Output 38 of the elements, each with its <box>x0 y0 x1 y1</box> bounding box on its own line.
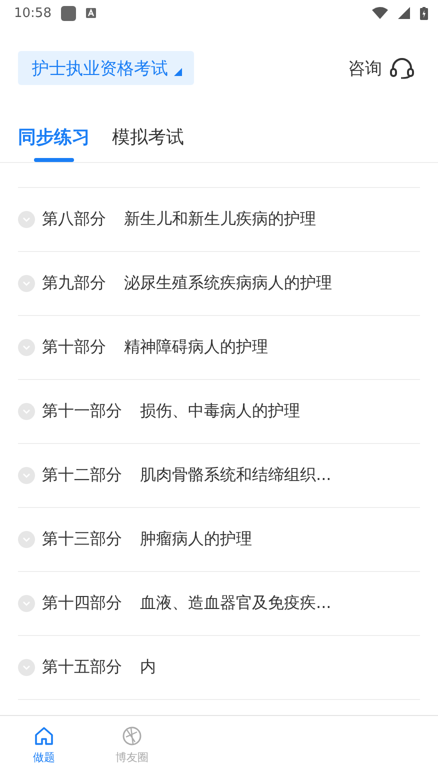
chevron-icon <box>18 339 35 356</box>
notification-icon <box>61 6 76 20</box>
home-icon <box>34 726 54 746</box>
chevron-icon <box>18 659 35 676</box>
consult-label[interactable]: 咨询 <box>348 56 382 80</box>
chevron-icon <box>18 531 35 548</box>
chapter-part[interactable]: 第十部分 <box>42 337 106 358</box>
chapter-title[interactable]: 新生儿和新生儿疾病的护理 <box>124 209 316 230</box>
chapter-title[interactable]: 损伤、中毒病人的护理 <box>140 401 300 422</box>
headset-icon[interactable] <box>390 57 414 79</box>
tab[interactable]: 模拟考试 <box>112 111 184 159</box>
chevron-icon <box>18 595 35 612</box>
chapter-part[interactable]: 第十四部分 <box>42 593 122 614</box>
chapter-title[interactable]: 肿瘤病人的护理 <box>140 529 252 550</box>
chapter-part[interactable]: 第十五部分 <box>42 657 122 678</box>
wifi-icon <box>372 7 388 19</box>
nav-item[interactable]: 做题 <box>0 716 88 780</box>
signal-icon <box>398 7 410 19</box>
chevron-icon <box>18 467 35 484</box>
chapter-part[interactable]: 第十一部分 <box>42 401 122 422</box>
dropdown-triangle-icon <box>174 68 182 76</box>
chevron-icon <box>18 211 35 228</box>
chapter-part[interactable]: 第十二部分 <box>42 465 122 486</box>
chevron-icon <box>18 403 35 420</box>
chapter-part[interactable]: 第九部分 <box>42 273 106 294</box>
tab[interactable]: 同步练习 <box>18 111 90 159</box>
chapter-title[interactable]: 肌肉骨骼系统和结缔组织... <box>140 465 332 486</box>
chapter-part[interactable]: 第八部分 <box>42 209 106 230</box>
chapter-title[interactable]: 精神障碍病人的护理 <box>124 337 268 358</box>
notification-icon <box>86 8 96 18</box>
status-time: 10:58 <box>14 6 52 20</box>
chapter-part[interactable]: 第十三部分 <box>42 529 122 550</box>
chevron-icon <box>18 275 35 292</box>
chapter-title[interactable]: 内 <box>140 657 156 678</box>
chapter-title[interactable]: 血液、造血器官及免疫疾... <box>140 593 332 614</box>
battery-icon <box>420 6 428 20</box>
shutter-icon <box>122 726 142 746</box>
chapter-title[interactable]: 泌尿生殖系统疾病病人的护理 <box>124 273 332 294</box>
